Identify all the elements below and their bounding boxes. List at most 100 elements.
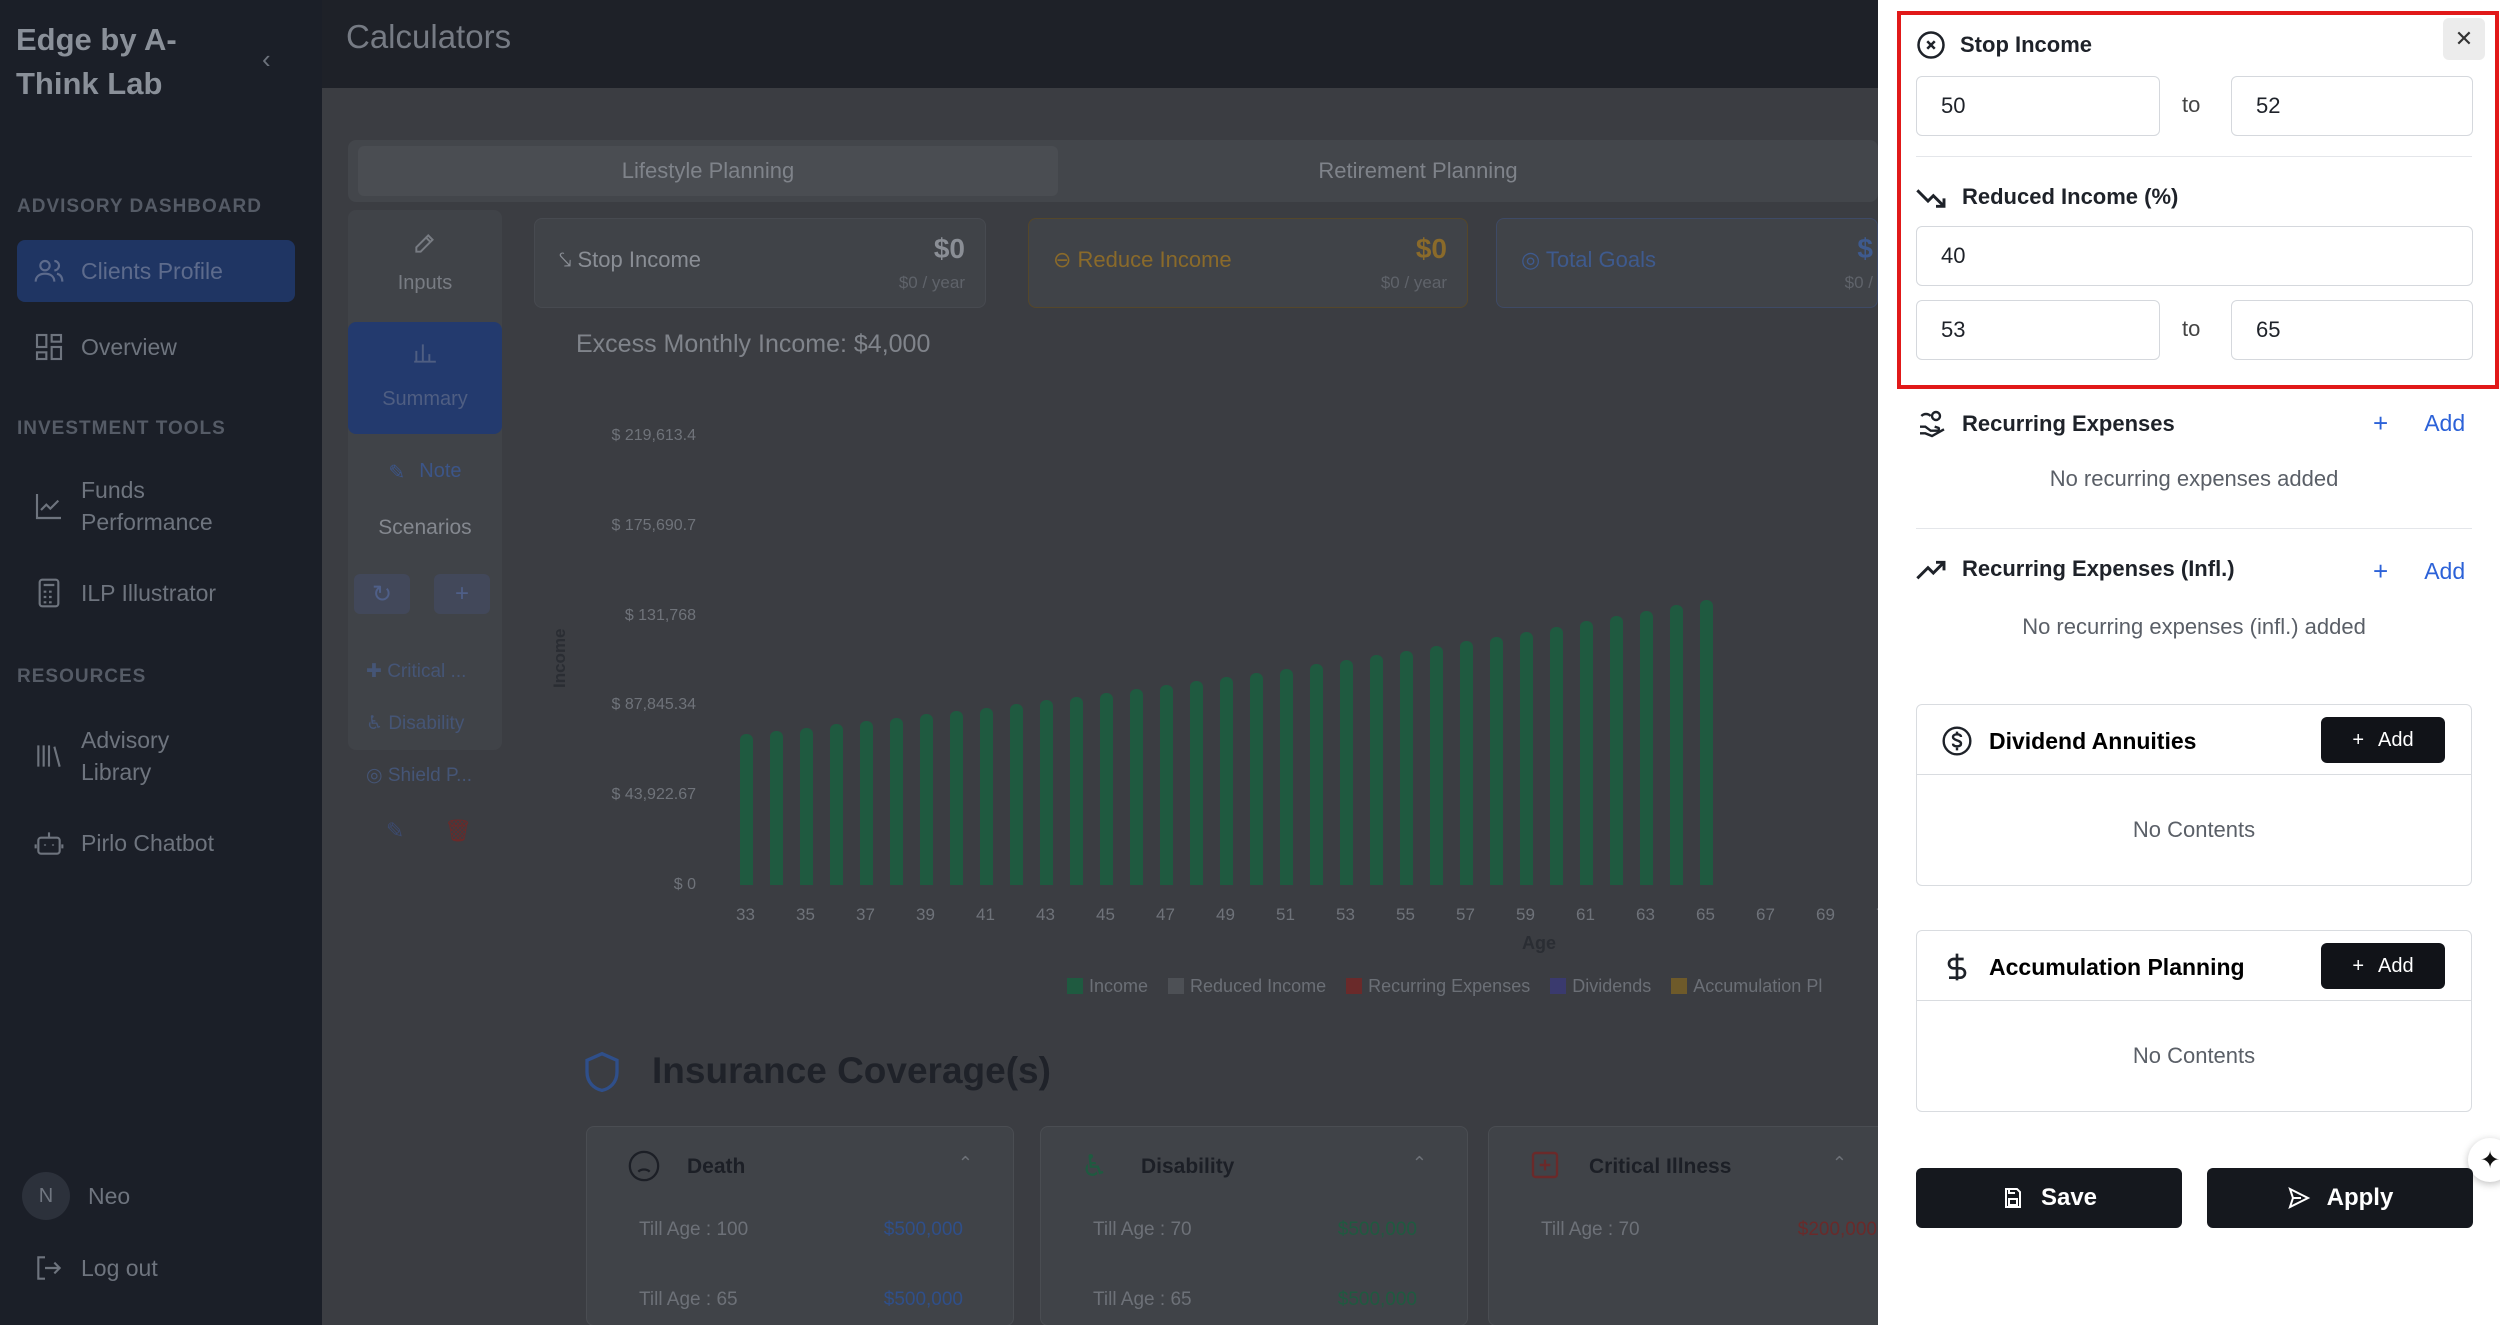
add-dividend-annuity-button[interactable]: + Add (2321, 717, 2445, 763)
reduced-income-to-input[interactable]: 65 (2231, 300, 2473, 360)
income-bar[interactable] (1160, 685, 1173, 885)
user-name: Neo (88, 1182, 131, 1209)
save-icon (2004, 1188, 2021, 1208)
divider (1916, 156, 2472, 157)
coverage-amount: $500,000 (883, 1219, 963, 1240)
insurance-card-disability[interactable]: ♿ Disability ⌃ Till Age : 70 $500,000 Ti… (1040, 1126, 1468, 1325)
legend-item[interactable]: Income (1067, 976, 1148, 997)
library-icon (17, 740, 81, 772)
chevron-up-icon[interactable]: ⌃ (1832, 1153, 1847, 1174)
stop-income-to-input[interactable]: 52 (2231, 76, 2473, 136)
add-recurring-expense-infl-button[interactable]: + Add (2373, 556, 2465, 587)
legend-item[interactable]: Dividends (1550, 976, 1651, 997)
chevron-up-icon[interactable]: ⌃ (958, 1153, 973, 1174)
income-bar[interactable] (950, 711, 963, 885)
wheelchair-icon: ♿ (1081, 1150, 1108, 1183)
x-tick-label: 53 (1336, 905, 1355, 924)
sidebar-item-overview[interactable]: Overview (17, 316, 295, 378)
add-accumulation-plan-button[interactable]: + Add (2321, 943, 2445, 989)
dollar-icon (1947, 953, 1967, 981)
income-bar[interactable] (1280, 668, 1293, 885)
income-bar[interactable] (1220, 677, 1233, 885)
income-bar[interactable] (1130, 689, 1143, 885)
legend-swatch (1671, 978, 1688, 994)
x-tick-label: 57 (1456, 905, 1475, 924)
save-button[interactable]: Save (1916, 1168, 2182, 1228)
income-bar[interactable] (1370, 655, 1383, 885)
income-bar[interactable] (1400, 650, 1413, 885)
income-bar[interactable] (1040, 700, 1053, 885)
income-bar[interactable] (1250, 672, 1263, 885)
income-bar[interactable] (1640, 610, 1653, 885)
insurance-card-death[interactable]: Death ⌃ Till Age : 100 $500,000 Till Age… (586, 1126, 1014, 1325)
stop-income-from-input[interactable]: 50 (1916, 76, 2160, 136)
avatar: N (22, 1172, 70, 1220)
collapse-sidebar-icon[interactable]: ‹ (262, 44, 271, 75)
income-bar[interactable] (1550, 626, 1563, 885)
sidebar-item-funds-performance[interactable]: Funds Performance (17, 470, 295, 542)
legend-item[interactable]: Reduced Income (1168, 976, 1326, 997)
income-bar[interactable] (770, 730, 783, 885)
close-icon: ✕ (2454, 26, 2474, 51)
income-bar[interactable] (1460, 641, 1473, 885)
apply-button[interactable]: Apply (2207, 1168, 2473, 1228)
x-tick-label: 37 (856, 905, 875, 924)
income-bar[interactable] (1070, 696, 1083, 885)
income-bar[interactable] (1670, 605, 1683, 885)
to-label: to (2182, 92, 2201, 117)
income-bar[interactable] (1190, 681, 1203, 885)
income-bar[interactable] (1520, 631, 1533, 885)
income-bar[interactable] (800, 727, 813, 885)
income-bar[interactable] (1580, 621, 1593, 885)
income-bar[interactable] (1310, 664, 1323, 885)
income-bar[interactable] (1610, 616, 1623, 885)
x-tick-label: 39 (916, 905, 935, 924)
insurance-card-critical-illness[interactable]: Critical Illness ⌃ Till Age : 70 $200,00… (1488, 1126, 1888, 1325)
income-bar[interactable] (1100, 693, 1113, 885)
legend-swatch (1067, 978, 1083, 994)
reduced-income-percent-input[interactable]: 40 (1916, 226, 2473, 286)
income-bar[interactable] (1490, 636, 1503, 885)
income-bar[interactable] (860, 721, 873, 885)
insurance-coverage-title: Insurance Coverage(s) (652, 1050, 1051, 1091)
to-label: to (2182, 316, 2201, 341)
income-bar[interactable] (890, 717, 903, 885)
income-bar[interactable] (1340, 659, 1353, 885)
close-panel-button[interactable]: ✕ (2443, 18, 2485, 60)
income-bar[interactable] (1430, 646, 1443, 885)
reduced-income-from-input[interactable]: 53 (1916, 300, 2160, 360)
sidebar-item-ilp-illustrator[interactable]: ILP Illustrator (17, 562, 295, 624)
income-bar[interactable] (1010, 704, 1023, 885)
grid-icon (17, 331, 81, 363)
logout-button[interactable]: Log out (17, 1240, 295, 1296)
income-bar[interactable] (830, 724, 843, 885)
add-recurring-expense-button[interactable]: + Add (2373, 408, 2465, 439)
legend-item[interactable]: Recurring Expenses (1346, 976, 1530, 997)
legend-label: Reduced Income (1190, 976, 1327, 996)
medical-cross-icon (1529, 1149, 1561, 1186)
plus-icon: + (2352, 954, 2365, 977)
coverage-age: Till Age : 65 (1093, 1289, 1192, 1310)
chevron-up-icon[interactable]: ⌃ (1412, 1153, 1427, 1174)
sidebar-item-advisory-library[interactable]: Advisory Library (17, 720, 295, 792)
recurring-expenses-infl-heading: Recurring Expenses (Infl.) (1916, 556, 2235, 582)
x-tick-label: 65 (1696, 905, 1715, 924)
divider (1916, 528, 2472, 529)
income-bar[interactable] (980, 707, 993, 885)
income-bar[interactable] (1700, 599, 1713, 885)
page-title: Calculators (346, 18, 512, 55)
shield-icon (582, 1050, 622, 1099)
trend-down-icon (1916, 189, 1946, 208)
income-bar[interactable] (920, 714, 933, 885)
chart-legend: Income Reduced Income Recurring Expenses Di… (1067, 976, 1822, 997)
user-profile[interactable]: N Neo (22, 1172, 130, 1220)
section-investment-tools: INVESTMENT TOOLS (17, 418, 226, 439)
legend-label: Dividends (1572, 976, 1652, 996)
legend-item[interactable]: Accumulation Pl (1671, 976, 1822, 997)
sidebar-item-clients-profile[interactable]: Clients Profile (17, 240, 295, 302)
income-bar[interactable] (740, 733, 753, 885)
x-tick-label: 55 (1396, 905, 1415, 924)
x-tick-label: 43 (1036, 905, 1055, 924)
hand-coins-icon (1920, 410, 1945, 438)
sidebar-item-pirlo-chatbot[interactable]: Pirlo Chatbot (17, 812, 295, 874)
